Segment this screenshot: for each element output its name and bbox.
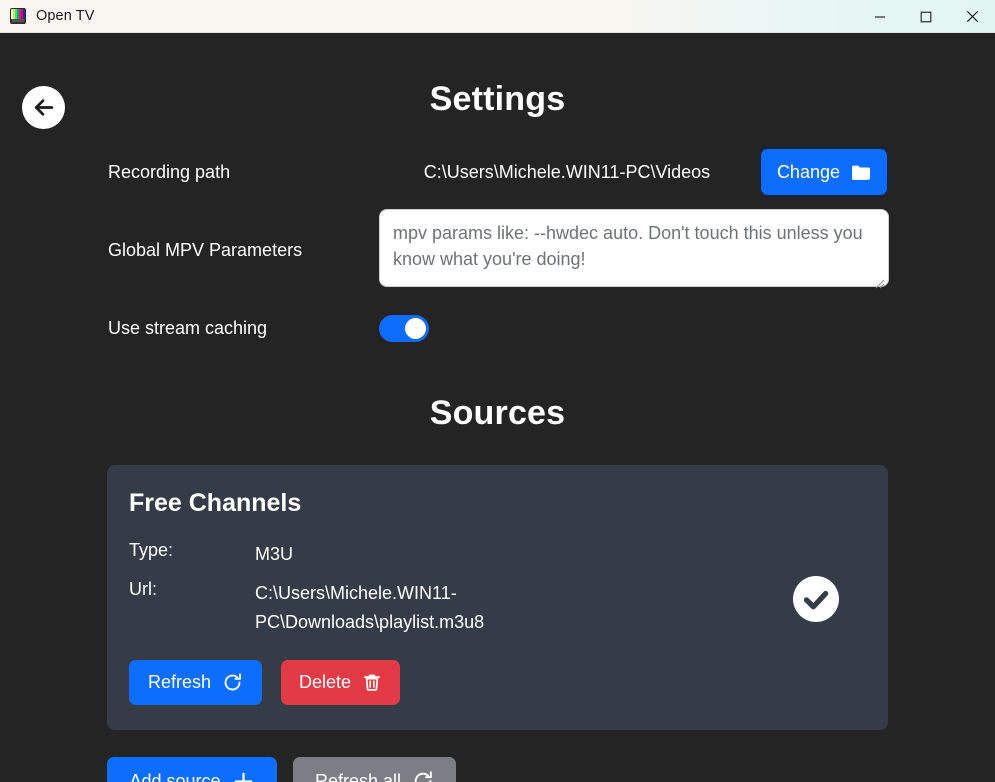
refresh-all-label: Refresh all bbox=[314, 770, 402, 782]
stream-caching-toggle[interactable] bbox=[379, 314, 429, 342]
source-type-value: M3U bbox=[255, 544, 294, 564]
recording-path-label: Recording path bbox=[108, 161, 231, 182]
plus-icon bbox=[234, 772, 252, 782]
mpv-textarea-wrap bbox=[379, 209, 889, 292]
sources-bottom-actions: Add source Refresh all bbox=[107, 757, 995, 782]
mpv-parameters-input[interactable] bbox=[379, 209, 889, 287]
window-controls bbox=[857, 0, 995, 32]
recording-path-value: C:\Users\Michele.WIN11-PC\Videos bbox=[423, 161, 711, 182]
delete-source-button[interactable]: Delete bbox=[281, 660, 401, 706]
back-button[interactable] bbox=[22, 86, 65, 129]
page-title: Settings bbox=[429, 80, 566, 118]
folder-icon bbox=[852, 165, 870, 180]
minimize-button[interactable] bbox=[857, 0, 903, 33]
change-recording-path-button[interactable]: Change bbox=[760, 149, 887, 195]
close-button[interactable] bbox=[949, 0, 995, 33]
stream-caching-label: Use stream caching bbox=[108, 317, 268, 338]
source-card: Free Channels Type: M3U Url: C:\Users\Mi… bbox=[107, 465, 888, 730]
tv-testpattern-icon bbox=[10, 8, 26, 24]
setting-row-mpv-parameters: Global MPV Parameters bbox=[108, 209, 889, 292]
source-card-actions: Refresh Delete bbox=[129, 660, 866, 706]
source-type-label: Type: bbox=[129, 540, 174, 560]
maximize-button[interactable] bbox=[903, 0, 949, 33]
settings-page: Settings Recording path C:\Users\Michele… bbox=[0, 33, 995, 782]
source-url-row: Url: C:\Users\Michele.WIN11-PC\Downloads… bbox=[129, 579, 866, 638]
setting-row-stream-caching: Use stream caching bbox=[108, 306, 887, 350]
refresh-icon bbox=[224, 673, 241, 691]
source-name: Free Channels bbox=[129, 489, 302, 517]
window-title: Open TV bbox=[36, 8, 95, 24]
source-url-value: C:\Users\Michele.WIN11-PC\Downloads\play… bbox=[255, 582, 485, 633]
window-titlebar: Open TV bbox=[0, 0, 995, 33]
refresh-icon bbox=[414, 771, 432, 782]
refresh-source-button[interactable]: Refresh bbox=[129, 660, 262, 706]
source-url-label: Url: bbox=[129, 578, 157, 599]
sources-title: Sources bbox=[429, 394, 566, 432]
settings-list: Recording path C:\Users\Michele.WIN11-PC… bbox=[0, 149, 995, 350]
source-type-row: Type: M3U bbox=[129, 540, 866, 570]
add-source-button[interactable]: Add source bbox=[107, 757, 277, 782]
change-button-label: Change bbox=[776, 161, 840, 182]
toggle-knob bbox=[405, 317, 426, 339]
add-source-label: Add source bbox=[129, 770, 221, 782]
delete-source-label: Delete bbox=[299, 672, 352, 693]
mpv-textarea-holder bbox=[379, 209, 889, 292]
arrow-left-icon bbox=[34, 99, 54, 116]
trash-icon bbox=[364, 674, 380, 691]
refresh-source-label: Refresh bbox=[147, 672, 212, 693]
mpv-parameters-label: Global MPV Parameters bbox=[108, 240, 303, 261]
refresh-all-button[interactable]: Refresh all bbox=[293, 757, 456, 782]
setting-row-recording-path: Recording path C:\Users\Michele.WIN11-PC… bbox=[108, 149, 887, 195]
check-circle-icon bbox=[793, 576, 839, 622]
